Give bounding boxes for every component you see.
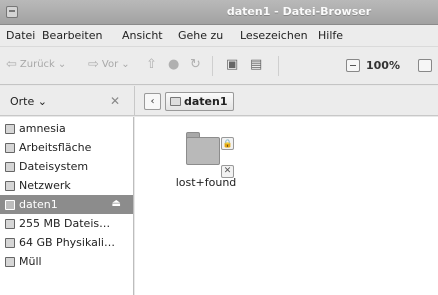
sidebar-item-255mb[interactable]: 255 MB Dateis…	[0, 214, 133, 233]
stop-icon: ●	[168, 57, 180, 72]
sidebar-item-netzwerk[interactable]: Netzwerk	[0, 176, 133, 195]
eject-icon[interactable]: ⏏	[112, 198, 121, 209]
location-bar: ‹ daten1	[134, 86, 438, 116]
title-bar: daten1 - Datei-Browser	[0, 0, 438, 25]
sidebar-item-label: Dateisystem	[19, 160, 89, 173]
forward-button[interactable]: ⇨ Vor ⌄	[88, 57, 130, 72]
menu-gehe-zu[interactable]: Gehe zu	[178, 29, 223, 42]
sidebar-item-label: 64 GB Physikali…	[19, 236, 115, 249]
forward-arrow-icon: ⇨	[88, 57, 99, 72]
folder-icon[interactable]: 🔒 ✕	[186, 129, 234, 178]
zoom-out-button[interactable]	[346, 59, 360, 72]
zoom-level: 100%	[366, 59, 400, 72]
drive-icon	[5, 237, 15, 248]
drive-icon	[5, 218, 15, 229]
stop-button[interactable]: ●	[168, 57, 179, 72]
breadcrumb-label: daten1	[184, 95, 228, 108]
sidebar-item-amnesia[interactable]: amnesia	[0, 119, 133, 138]
toolbar-separator	[212, 56, 213, 76]
sidebar-item-arbeitsflaeche[interactable]: Arbeitsfläche	[0, 138, 133, 157]
sidebar-header: Orte ⌄ ✕	[0, 86, 134, 116]
window-title: daten1 - Datei-Browser	[226, 5, 372, 18]
close-icon[interactable]: ✕	[110, 94, 120, 108]
sidebar-item-label: Müll	[19, 255, 42, 268]
sidebar-item-dateisystem[interactable]: Dateisystem	[0, 157, 133, 176]
places-sidebar: amnesia Arbeitsfläche Dateisystem Netzwe…	[0, 117, 134, 295]
lock-icon: 🔒	[221, 137, 234, 150]
zoom-in-button[interactable]	[418, 59, 432, 72]
reload-icon: ↻	[190, 57, 201, 72]
computer-icon: ▤	[250, 57, 263, 72]
sidebar-item-label: Arbeitsfläche	[19, 141, 92, 154]
home-folder-icon: ▣	[226, 57, 239, 72]
back-button[interactable]: ⇦ Zurück ⌄	[6, 57, 66, 72]
desktop-icon	[5, 142, 15, 153]
forward-history-dropdown-icon[interactable]: ⌄	[121, 59, 129, 70]
folder-body	[186, 137, 220, 165]
toolbar: ⇦ Zurück ⌄ ⇨ Vor ⌄ ⇧ ● ↻ ▣ ▤ 100%	[0, 47, 438, 85]
home-button[interactable]: ▣	[226, 57, 238, 72]
sidebar-item-daten1[interactable]: daten1 ⏏	[0, 195, 133, 214]
reload-button[interactable]: ↻	[190, 57, 201, 72]
toolbar-separator	[278, 56, 279, 76]
back-arrow-icon: ⇦	[6, 57, 17, 72]
drive-icon	[5, 161, 15, 172]
up-button[interactable]: ⇧	[146, 57, 157, 72]
sidebar-item-label: Netzwerk	[19, 179, 71, 192]
back-label: Zurück	[19, 59, 55, 70]
chevron-left-icon: ‹	[150, 96, 155, 107]
breadcrumb-current[interactable]: daten1	[165, 92, 234, 111]
sidebar-item-64gb[interactable]: 64 GB Physikali…	[0, 233, 133, 252]
menu-bar: Datei Bearbeiten Ansicht Gehe zu Lesezei…	[0, 25, 438, 47]
computer-button[interactable]: ▤	[250, 57, 262, 72]
sidebar-item-muell[interactable]: Müll	[0, 252, 133, 271]
menu-hilfe[interactable]: Hilfe	[318, 29, 343, 42]
drive-icon	[5, 199, 15, 210]
forward-label: Vor	[101, 59, 119, 70]
trash-icon	[5, 256, 15, 267]
menu-lesezeichen[interactable]: Lesezeichen	[240, 29, 308, 42]
menu-bearbeiten[interactable]: Bearbeiten	[42, 29, 102, 42]
drive-icon	[170, 97, 181, 106]
places-dropdown[interactable]: Orte ⌄	[10, 95, 47, 108]
chevron-down-icon: ⌄	[34, 95, 47, 108]
sidebar-item-label: amnesia	[19, 122, 66, 135]
path-back-button[interactable]: ‹	[144, 93, 161, 110]
file-view: 🔒 ✕ lost+found	[135, 117, 438, 295]
sidebar-item-label: 255 MB Dateis…	[19, 217, 111, 230]
home-folder-icon	[5, 123, 15, 134]
menu-ansicht[interactable]: Ansicht	[122, 29, 163, 42]
network-icon	[5, 180, 15, 191]
sidebar-item-label: daten1	[19, 198, 58, 211]
back-history-dropdown-icon[interactable]: ⌄	[58, 59, 66, 70]
places-label: Orte	[10, 95, 35, 108]
up-arrow-icon: ⇧	[146, 57, 157, 72]
file-label[interactable]: lost+found	[171, 176, 241, 189]
menu-datei[interactable]: Datei	[6, 29, 35, 42]
